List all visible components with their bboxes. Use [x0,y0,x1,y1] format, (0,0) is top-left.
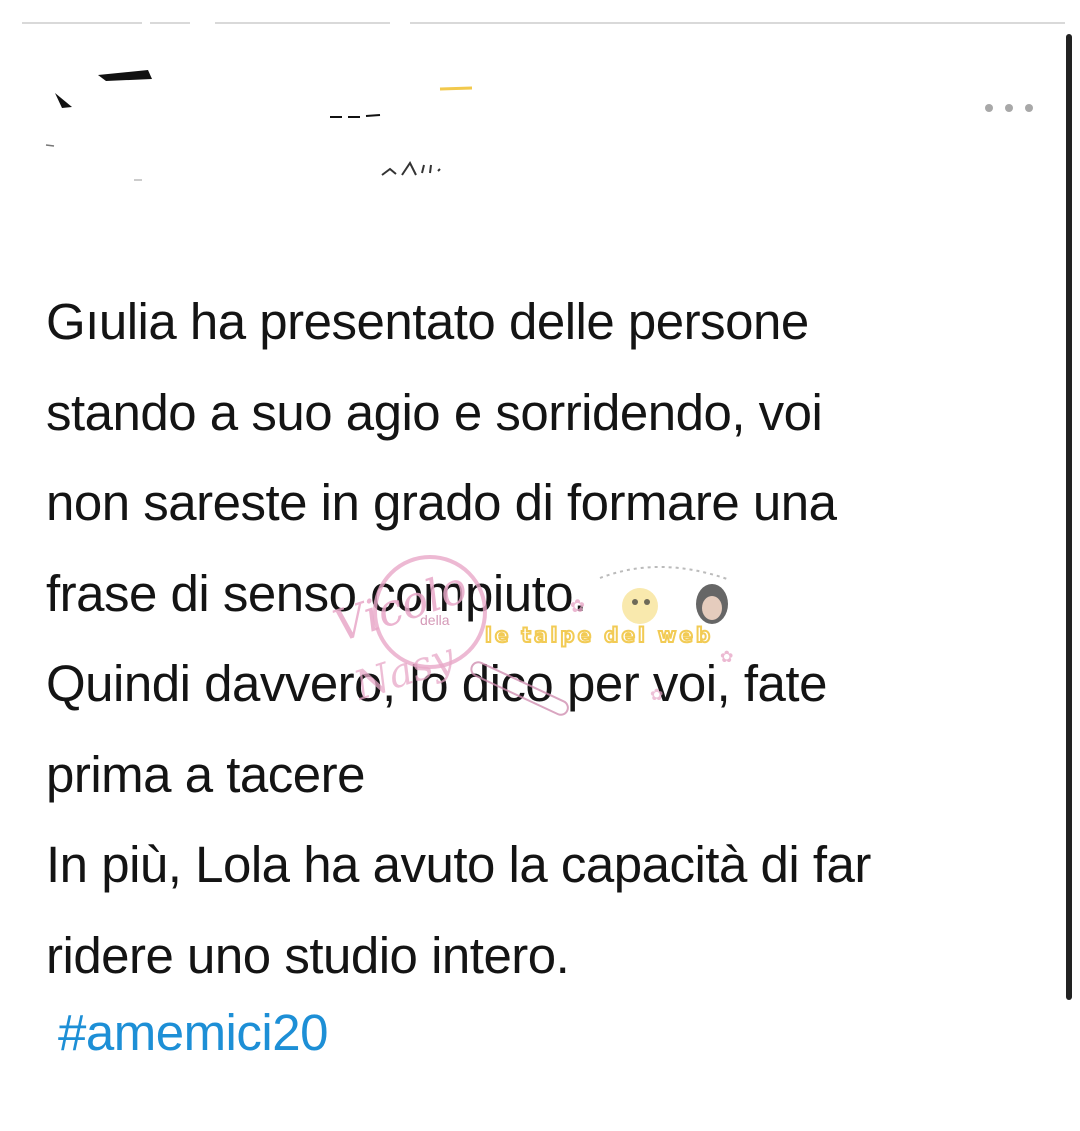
tweet-line: Gıulia ha presentato delle persone [46,293,809,350]
top-divider [22,22,142,24]
tweet-body: Gıulia ha presentato delle persone stand… [46,277,1036,1001]
top-divider [150,22,190,24]
tweet-line: stando a suo agio e sorridendo, voi [46,383,823,441]
tweet-line: In più, Lola ha avuto la capacità di far [46,836,871,893]
top-divider [410,22,1065,24]
scrollbar[interactable] [1066,34,1072,1000]
tweet-line: ridere uno studio intero. [46,926,570,984]
obscured-user-header [40,55,560,205]
scribble-marks [45,70,473,181]
more-options-icon[interactable] [985,96,1033,120]
dot [1005,104,1013,112]
tweet-line: Quindi davvero, lo dico per voi, fate [46,655,827,712]
dot [1025,104,1033,112]
tweet-line: prima a tacere [46,745,365,803]
dot [985,104,993,112]
tweet-line: frase di senso compiuto. [46,564,587,622]
top-divider [215,22,390,24]
tweet-line: non sareste in grado di formare una [46,474,837,531]
hashtag-link[interactable]: #amemici20 [58,995,328,1071]
